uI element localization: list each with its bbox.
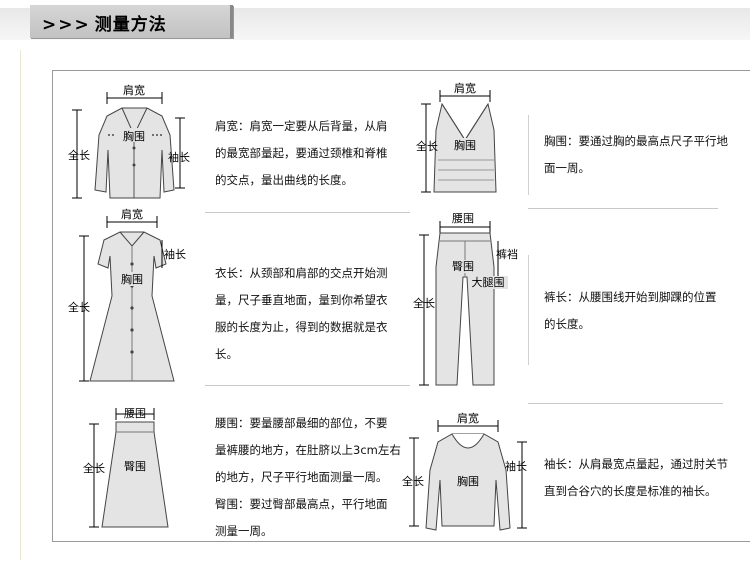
skirt-length-label: 全长 [83,461,105,475]
skirt-waist-label: 腰围 [124,407,146,420]
desc-line: 长。 [215,347,238,361]
vest-shoulder-label: 肩宽 [454,81,476,95]
sweater-chest-label: 胸围 [457,474,479,488]
pants-waist-label: 腰围 [452,212,474,225]
pants-thigh-label: 大腿围 [472,275,505,289]
desc-line: 肩宽：肩宽一定要从后背量，从肩 [215,119,388,133]
section-title-tab: >>> 测量方法 [30,5,233,38]
sweater-sleeve-label: 袖长 [505,459,527,473]
title-arrows: >>> [42,15,91,35]
title-text: 测量方法 [94,15,167,35]
desc-line: 的交点，量出曲线的长度。 [215,173,353,187]
pants-length-description: 裤长：从腰围线开始到脚踝的位置 的长度。 [544,284,717,338]
vest-figure: 肩宽 胸围 全长 [416,81,497,193]
sweater-length-label: 全长 [402,474,424,488]
waist-hip-description: 腰围：要量腰部最细的部位，不要 量裤腰的地方，在肚脐以上3cm左右 的地方，尺子… [215,410,401,545]
chest-description: 胸围：要通过胸的最高点尺子平行地 面一周。 [544,128,728,182]
jacket-shoulder-label: 肩宽 [123,83,145,97]
sweater-shoulder-label: 肩宽 [457,411,479,425]
desc-line: 直到合谷穴的长度是标准的袖长。 [544,484,717,498]
jacket-length-label: 全长 [68,148,90,162]
desc-line: 面一周。 [544,161,590,175]
sweater-figure: 肩宽 胸围 全长 袖长 [402,411,527,531]
desc-line: 的地方，尺子平行地面测量一周。 [215,470,388,484]
vest-length-label: 全长 [416,139,438,153]
left-decor-line [20,50,21,560]
jacket-chest-label: 胸围 [123,129,145,143]
pants-crotch-label: 裤裆 [496,247,518,261]
divider [528,403,723,404]
dress-length-label: 全长 [68,300,90,314]
desc-line: 袖长：从肩最宽点量起，通过肘关节 [544,457,728,471]
desc-line: 服的长度为止，得到的数据就是衣 [215,320,388,334]
divider [205,385,410,386]
dress-chest-label: 胸围 [121,272,143,286]
desc-line: 胸围：要通过胸的最高点尺子平行地 [544,134,728,148]
pants-hip-label: 臀围 [452,260,474,273]
pants-figure: 腰围 臀围 大腿围 裤裆 全长 [413,212,518,386]
desc-line: 臀围：要过臀部最高点，平行地面 [215,497,388,511]
vest-chest-label: 胸围 [454,138,476,152]
desc-line: 量裤腰的地方，在肚脐以上3cm左右 [215,443,401,457]
desc-line: 裤长：从腰围线开始到脚踝的位置 [544,290,717,304]
shoulder-description: 肩宽：肩宽一定要从后背量，从肩 的最宽部量起，要通过颈椎和脊椎 的交点，量出曲线… [215,113,388,194]
section-title: >>> 测量方法 [42,10,167,35]
skirt-hip-label: 臀围 [124,460,146,473]
pants-length-label: 全长 [413,296,435,310]
desc-line: 衣长：从颈部和肩部的交点开始测 [215,266,388,280]
dress-figure: 肩宽 胸围 全长 袖长 [68,207,186,382]
jacket-sleeve-label: 袖长 [168,150,190,164]
desc-line: 的最宽部量起，要通过颈椎和脊椎 [215,146,388,160]
skirt-figure: 腰围 臀围 全长 [83,407,169,528]
desc-line: 测量一周。 [215,524,273,538]
dress-shoulder-label: 肩宽 [121,207,143,221]
length-description: 衣长：从颈部和肩部的交点开始测 量，尺子垂直地面，量到你希望衣 服的长度为止，得… [215,260,388,368]
jacket-figure: 肩宽 胸围 全长 袖长 [68,83,190,199]
dress-sleeve-label: 袖长 [164,247,186,261]
sleeve-description: 袖长：从肩最宽点量起，通过肘关节 直到合谷穴的长度是标准的袖长。 [544,451,728,505]
desc-line: 的长度。 [544,317,590,331]
desc-line: 量，尺子垂直地面，量到你希望衣 [215,293,388,307]
header-bar: >>> 测量方法 [0,0,750,44]
divider [205,212,410,213]
divider [528,115,529,195]
divider [528,208,718,209]
desc-line: 腰围：要量腰部最细的部位，不要 [215,416,388,430]
